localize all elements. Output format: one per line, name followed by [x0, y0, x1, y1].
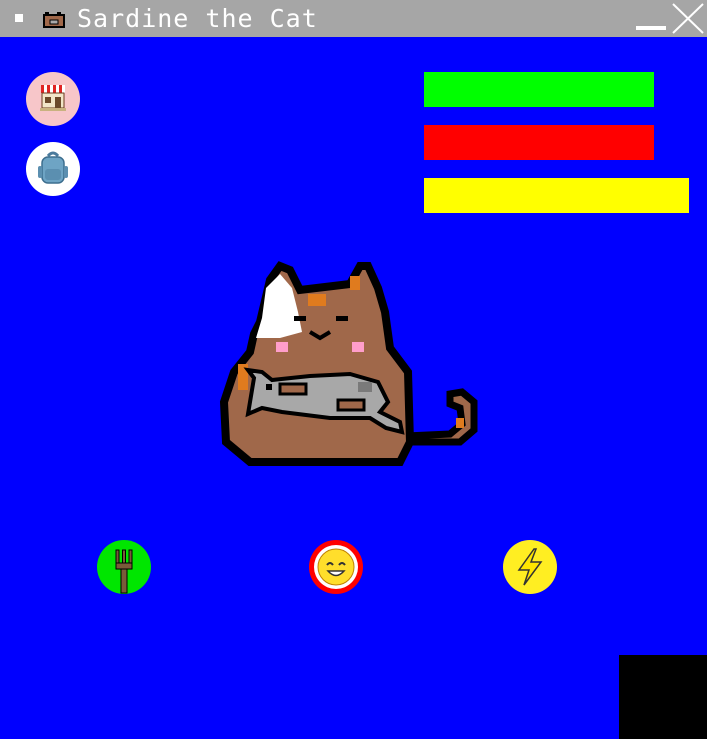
backpack-icon: [38, 151, 68, 184]
sleep-button[interactable]: [503, 540, 557, 594]
minimize-icon[interactable]: [636, 26, 666, 30]
title-bar: Sardine the Cat: [0, 0, 707, 37]
inventory-button[interactable]: [26, 142, 80, 196]
happiness-bar: [424, 125, 654, 160]
close-icon[interactable]: [671, 2, 705, 35]
window-menu-icon[interactable]: [15, 14, 23, 22]
smiley-icon: [314, 545, 358, 589]
feed-button[interactable]: [97, 540, 151, 594]
cat-icon: [43, 12, 65, 28]
play-button[interactable]: [309, 540, 363, 594]
shop-icon: [40, 85, 66, 111]
corner-panel: [619, 655, 707, 739]
fork-icon: [115, 549, 133, 594]
lightning-icon: [517, 548, 543, 586]
energy-bar: [424, 178, 689, 213]
cat-sprite: [219, 261, 478, 466]
window-title: Sardine the Cat: [77, 4, 318, 33]
hunger-bar: [424, 72, 654, 107]
shop-button[interactable]: [26, 72, 80, 126]
